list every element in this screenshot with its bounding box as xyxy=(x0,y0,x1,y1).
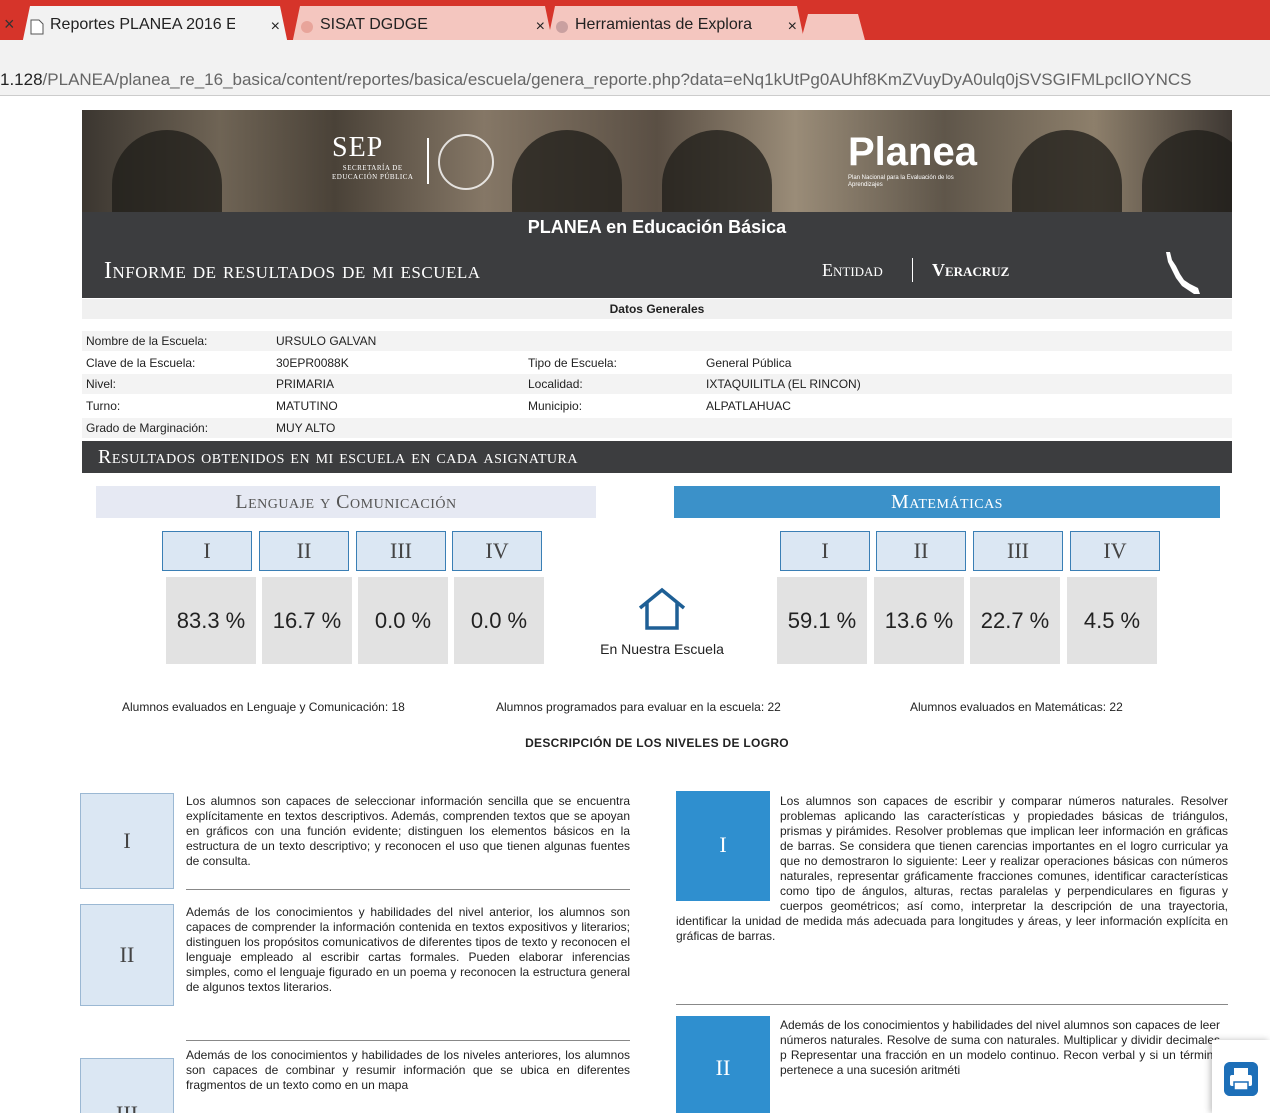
field-label: Municipio: xyxy=(528,399,583,413)
tab-close-icon[interactable]: × xyxy=(788,18,797,36)
national-seal-icon xyxy=(438,134,494,190)
sep-logo-sub-1: SECRETARÍA DE xyxy=(342,164,403,172)
field-label: Nombre de la Escuela: xyxy=(86,334,208,348)
datos-row: Nombre de la Escuela: URSULO GALVAN xyxy=(82,331,1232,351)
url-field[interactable]: 1.128/PLANEA/planea_re_16_basica/content… xyxy=(0,70,1192,90)
datos-row: Clave de la Escuela: 30EPR0088K Tipo de … xyxy=(82,353,1232,373)
stat-matematicas: Alumnos evaluados en Matemáticas: 22 xyxy=(910,700,1123,714)
matematicas-percent-1: 59.1 % xyxy=(777,577,867,664)
datos-row: Turno: MATUTINO Municipio: ALPATLAHUAC xyxy=(82,396,1232,416)
url-host: 1.128 xyxy=(0,70,43,89)
entidad-label: Entidad xyxy=(822,260,883,280)
en-nuestra-escuela-label: En Nuestra Escuela xyxy=(600,641,724,657)
tab-label: SISAT DGDGE xyxy=(320,16,428,33)
field-label: Nivel: xyxy=(86,377,117,391)
lenguaje-percent-1: 83.3 % xyxy=(166,577,256,664)
tab-close-icon[interactable]: × xyxy=(271,18,280,36)
lenguaje-percent-3: 0.0 % xyxy=(358,577,448,664)
lenguaje-percent-4: 0.0 % xyxy=(454,577,544,664)
logo-divider xyxy=(427,138,429,184)
matematicas-level-2: II xyxy=(876,531,966,571)
page-icon xyxy=(30,19,44,35)
matematicas-title: Matemáticas xyxy=(674,486,1220,518)
banner-arch xyxy=(1012,130,1122,212)
entidad-value: Veracruz xyxy=(932,260,1010,280)
planea-logo: Planea Plan Nacional para la Evaluación … xyxy=(848,130,977,189)
desc-lenguaje-level-1: I xyxy=(80,793,174,889)
print-button[interactable] xyxy=(1212,1040,1270,1113)
lenguaje-level-3: III xyxy=(356,531,446,571)
sep-logo-main: SEP xyxy=(332,132,384,163)
datos-row: Nivel: PRIMARIA Localidad: IXTAQUILITLA … xyxy=(82,374,1232,394)
field-value: General Pública xyxy=(706,356,792,370)
banner-arch xyxy=(1142,130,1232,212)
desc-matematicas-level-2: II xyxy=(676,1016,770,1113)
divider xyxy=(186,1040,630,1041)
matematicas-percent-2: 13.6 % xyxy=(874,577,964,664)
report-subtitle: PLANEA en Educación Básica xyxy=(527,217,787,237)
field-label: Clave de la Escuela: xyxy=(86,356,196,370)
desc-lenguaje-level-3: III xyxy=(80,1058,174,1113)
float-spacer xyxy=(80,905,186,1009)
matematicas-level-3: III xyxy=(973,531,1063,571)
planea-logo-sub: Plan Nacional para la Evaluación de los … xyxy=(848,175,954,188)
divider xyxy=(676,1004,1228,1005)
desc-matematicas-text-2: Además de los conocimientos y habilidade… xyxy=(780,1018,1220,1077)
desc-lenguaje-text-1: Los alumnos son capaces de seleccionar i… xyxy=(186,794,630,868)
matematicas-level-4: IV xyxy=(1070,531,1160,571)
state-map-icon xyxy=(1166,252,1200,294)
divider xyxy=(186,889,630,890)
banner-arch xyxy=(112,130,222,212)
header-banner: SEP SECRETARÍA DE EDUCACIÓN PÚBLICA Plan… xyxy=(82,110,1232,212)
desc-lenguaje-text-2: Además de los conocimientos y habilidade… xyxy=(80,905,630,1009)
field-label: Tipo de Escuela: xyxy=(528,356,617,370)
banner-arch xyxy=(512,130,622,212)
stat-programados: Alumnos programados para evaluar en la e… xyxy=(496,700,781,714)
resultados-title: Resultados obtenidos en mi escuela en ca… xyxy=(82,441,1232,473)
site-icon xyxy=(300,19,314,35)
tab-close-icon[interactable]: × xyxy=(536,18,545,36)
lenguaje-level-2: II xyxy=(259,531,349,571)
desc-lenguaje-text-3: Además de los conocimientos y habilidade… xyxy=(186,1048,630,1092)
page-title: Informe de resultados de mi escuela xyxy=(104,258,481,284)
header-divider xyxy=(912,258,913,282)
float-spacer xyxy=(676,794,780,906)
matematicas-percent-3: 22.7 % xyxy=(970,577,1060,664)
print-icon xyxy=(1224,1062,1258,1096)
field-value: MUY ALTO xyxy=(276,421,336,435)
matematicas-percent-4: 4.5 % xyxy=(1067,577,1157,664)
lenguaje-percent-2: 16.7 % xyxy=(262,577,352,664)
field-label: Grado de Marginación: xyxy=(86,421,209,435)
home-icon xyxy=(638,587,686,630)
banner-arch xyxy=(662,130,772,212)
desc-lenguaje-text-2-body: Además de los conocimientos y habilidade… xyxy=(186,905,630,994)
sep-logo: SEP SECRETARÍA DE EDUCACIÓN PÚBLICA xyxy=(332,132,413,182)
tab-label: Reportes PLANEA 2016 E xyxy=(50,16,235,33)
field-label: Localidad: xyxy=(528,377,583,391)
address-bar[interactable]: 1.128/PLANEA/planea_re_16_basica/content… xyxy=(0,40,1270,96)
matematicas-level-1: I xyxy=(780,531,870,571)
field-label: Turno: xyxy=(86,399,121,413)
field-value: ALPATLAHUAC xyxy=(706,399,791,413)
tab-label: Herramientas de Explora xyxy=(575,16,752,33)
lenguaje-level-4: IV xyxy=(452,531,542,571)
field-value: MATUTINO xyxy=(276,399,338,413)
field-value: URSULO GALVAN xyxy=(276,334,377,348)
stat-lenguaje: Alumnos evaluados en Lenguaje y Comunica… xyxy=(122,700,405,714)
lenguaje-level-1: I xyxy=(162,531,252,571)
site-icon xyxy=(555,19,569,35)
field-value: IXTAQUILITLA (EL RINCON) xyxy=(706,377,861,391)
field-value: PRIMARIA xyxy=(276,377,335,391)
descripcion-title: DESCRIPCIÓN DE LOS NIVELES DE LOGRO xyxy=(525,736,789,750)
sep-logo-sub-2: EDUCACIÓN PÚBLICA xyxy=(332,173,414,181)
datos-row: Grado de Marginación: MUY ALTO xyxy=(82,418,1232,438)
planea-logo-main: Planea xyxy=(848,130,977,174)
close-icon[interactable]: × xyxy=(4,14,15,35)
desc-matematicas-text-1: Los alumnos son capaces de escribir y co… xyxy=(676,794,1228,944)
lenguaje-title: Lenguaje y Comunicación xyxy=(96,486,596,518)
field-value: 30EPR0088K xyxy=(276,356,349,370)
datos-generales-title: Datos Generales xyxy=(82,299,1232,319)
url-path: /PLANEA/planea_re_16_basica/content/repo… xyxy=(42,70,1192,89)
